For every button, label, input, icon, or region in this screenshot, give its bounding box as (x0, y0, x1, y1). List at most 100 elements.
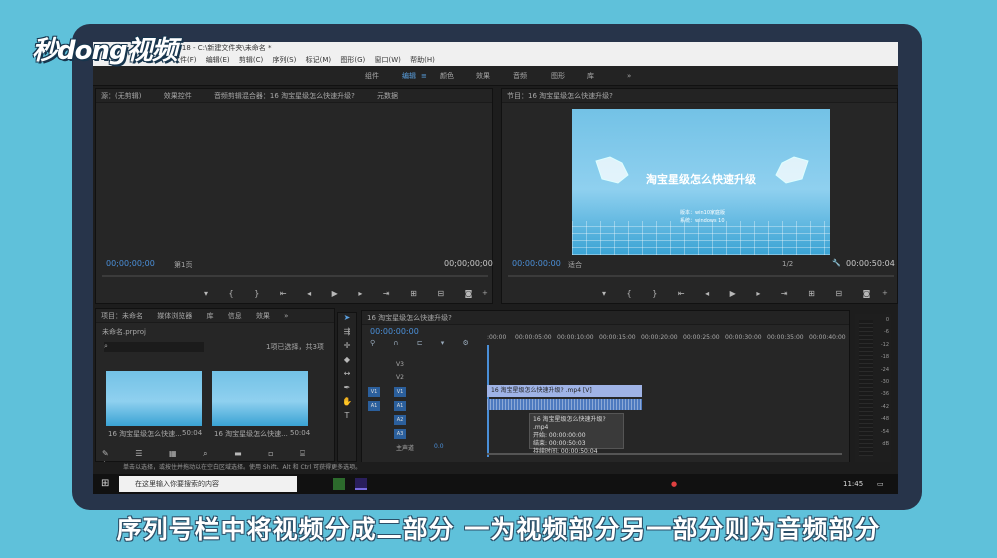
timeline-timecode[interactable]: 00:00:00:00 (370, 327, 419, 336)
menu-window[interactable]: 窗口(W) (374, 56, 400, 64)
workspace-more-icon[interactable]: » (627, 66, 631, 86)
project-item-duration: 50:04 (290, 429, 311, 437)
tray-icon[interactable]: ● (671, 474, 677, 494)
workspace-graphics[interactable]: 图形 (551, 66, 565, 86)
tab-timeline[interactable]: 16 淘宝星级怎么快速升级? (367, 314, 452, 322)
hand-tool-icon[interactable]: ✋ (338, 397, 356, 411)
preview-grid-floor (572, 221, 830, 255)
track-a2[interactable]: A2 (394, 415, 406, 425)
menu-help[interactable]: 帮助(H) (410, 56, 435, 64)
tab-source[interactable]: 源：(无剪辑) (101, 92, 141, 100)
program-resolution-select[interactable]: 1/2 (782, 260, 793, 268)
project-file-name: 未命名.prproj (102, 328, 146, 336)
wrench-icon[interactable]: 🔧 (832, 259, 841, 267)
tab-project[interactable]: 项目：未命名 (101, 312, 143, 320)
project-selection-info: 1项已选择，共3项 (266, 343, 324, 351)
track-select-tool-icon[interactable]: ⇶ (338, 327, 356, 341)
brand-logo: 秒dong视频 (32, 36, 178, 66)
workspace-libraries[interactable]: 库 (587, 66, 594, 86)
source-transport-controls[interactable]: ▾ { } ⇤ ◂ ▶ ▸ ⇥ ⊞ ⊟ ◙ (204, 289, 481, 298)
program-add-button[interactable]: + (882, 289, 888, 297)
workspace-effects[interactable]: 效果 (476, 66, 490, 86)
tab-libraries[interactable]: 库 (206, 312, 213, 320)
source-patch-v1[interactable]: V1 (368, 387, 380, 397)
timeline-toolbar[interactable]: ⚲ ∩ ⊏ ▾ ⚙ (370, 339, 477, 347)
timeline-scrollbar[interactable] (487, 453, 842, 455)
track-a3[interactable]: A3 (394, 429, 406, 439)
program-preview: 淘宝星级怎么快速升级 版本：win10家庭版 系统：windows 10 (572, 109, 830, 255)
menu-graphics[interactable]: 图形(G) (340, 56, 365, 64)
tab-info[interactable]: 信息 (228, 312, 242, 320)
menu-sequence[interactable]: 序列(S) (272, 56, 296, 64)
menu-bar: 文件(F) 编辑(E) 剪辑(C) 序列(S) 标记(M) 图形(G) 窗口(W… (93, 54, 898, 66)
preview-version: 版本：win10家庭版 (680, 210, 726, 216)
source-page[interactable]: 第1页 (174, 260, 192, 270)
timeline-panel: 16 淘宝星级怎么快速升级? 00:00:00:00 ⚲ ∩ ⊏ ▾ ⚙ :00… (361, 310, 850, 465)
tab-audio-mixer[interactable]: 音频剪辑混合器：16 淘宝星级怎么快速升级? (214, 92, 355, 100)
menu-clip[interactable]: 剪辑(C) (239, 56, 263, 64)
taskbar-clock: 11:45 (843, 480, 864, 488)
program-transport-controls[interactable]: ▾ { } ⇤ ◂ ▶ ▸ ⇥ ⊞ ⊟ ◙ (602, 289, 879, 298)
tools-panel: ➤ ⇶ ✛ ◆ ↔ ✒ ✋ T (337, 312, 357, 462)
project-search-input[interactable]: ⌕ (104, 342, 204, 352)
timeline-ruler[interactable]: :00:00 00:00:05:00 00:00:10:00 00:00:15:… (487, 334, 846, 344)
track-v1[interactable]: V1 (394, 387, 406, 397)
project-item-name[interactable]: 16 淘宝星级怎么快速... (214, 429, 288, 439)
tab-effect-controls[interactable]: 效果控件 (164, 92, 192, 100)
video-clip[interactable]: 16 淘宝星级怎么快速升级? .mp4 [V] (487, 385, 642, 397)
workspace-menu-icon[interactable]: ≡ (421, 66, 427, 86)
program-timecode[interactable]: 00:00:00:00 (512, 259, 561, 268)
notification-icon[interactable]: ▭ (877, 474, 884, 494)
program-scrubber[interactable] (508, 275, 894, 277)
taskbar: ⊞ 在这里输入你要搜索的内容 ● 11:45 ▭ (93, 474, 898, 494)
track-a1[interactable]: A1 (394, 401, 406, 411)
premiere-window: 2018 - C:\新建文件夹\未命名 * 文件(F) 编辑(E) 剪辑(C) … (93, 42, 898, 494)
project-thumbnail[interactable] (106, 371, 202, 426)
workspace-audio[interactable]: 音频 (513, 66, 527, 86)
workspace-bar: 组件 编辑 ≡ 颜色 效果 音频 图形 库 » (93, 66, 898, 86)
tab-media-browser[interactable]: 媒体浏览器 (157, 312, 192, 320)
tab-metadata[interactable]: 元数据 (377, 92, 398, 100)
preview-title: 淘宝星级怎么快速升级 (646, 173, 756, 186)
menu-edit[interactable]: 编辑(E) (206, 56, 230, 64)
clip-tooltip: 16 淘宝星级怎么快速升级? .mp4 开始: 00:00:00:00 结束: … (529, 413, 624, 455)
workspace-editing[interactable]: 编辑 (402, 66, 416, 86)
tab-program[interactable]: 节目：16 淘宝星级怎么快速升级? (507, 92, 613, 100)
razor-tool-icon[interactable]: ◆ (338, 355, 356, 369)
project-item-name[interactable]: 16 淘宝星级怎么快速... (108, 429, 182, 439)
project-thumbnail[interactable] (212, 371, 308, 426)
tab-effects[interactable]: 效果 (256, 312, 270, 320)
audio-clip[interactable] (487, 399, 642, 410)
premiere-taskbar-icon[interactable] (355, 478, 367, 490)
status-bar: 单击以选择，或按住并拖动以在空白区域选择。使用 Shift、Alt 和 Ctrl… (93, 462, 898, 474)
type-tool-icon[interactable]: T (338, 411, 356, 425)
taskbar-search-input[interactable]: 在这里输入你要搜索的内容 (119, 476, 297, 492)
track-v2[interactable]: V2 (396, 374, 404, 381)
video-caption: 序列号栏中将视频分成二部分 一为视频部分另一部分则为音频部分 (116, 515, 881, 544)
workspace-color[interactable]: 颜色 (440, 66, 454, 86)
program-fit-select[interactable]: 适合 (568, 260, 582, 270)
ripple-edit-tool-icon[interactable]: ✛ (338, 341, 356, 355)
source-add-button[interactable]: + (482, 289, 488, 297)
project-item-duration: 50:04 (182, 429, 203, 437)
slip-tool-icon[interactable]: ↔ (338, 369, 356, 383)
master-track-label: 主声道 (396, 445, 415, 452)
window-title: 2018 - C:\新建文件夹\未命名 * (93, 42, 898, 54)
app-icon[interactable] (333, 478, 345, 490)
source-monitor: 源：(无剪辑) 效果控件 音频剪辑混合器：16 淘宝星级怎么快速升级? 元数据 … (95, 88, 493, 304)
audio-meter: 0 -6 -12 -18 -24 -30 -36 -42 -48 -54 dB (855, 314, 891, 466)
selection-tool-icon[interactable]: ➤ (338, 313, 356, 327)
workspace-assembly[interactable]: 组件 (365, 66, 379, 86)
tab-more[interactable]: » (284, 312, 288, 320)
track-v3[interactable]: V3 (396, 361, 404, 368)
pen-tool-icon[interactable]: ✒ (338, 383, 356, 397)
program-monitor: 节目：16 淘宝星级怎么快速升级? 淘宝星级怎么快速升级 版本：win10家庭版… (501, 88, 898, 304)
program-duration: 00:00:50:04 (846, 259, 895, 268)
source-timecode[interactable]: 00;00;00;00 (106, 259, 155, 268)
source-duration: 00;00;00;00 (444, 259, 493, 268)
windows-start-icon[interactable]: ⊞ (101, 474, 109, 494)
menu-marker[interactable]: 标记(M) (306, 56, 332, 64)
source-scrubber[interactable] (102, 275, 488, 277)
source-patch-a1[interactable]: A1 (368, 401, 380, 411)
master-track-value[interactable]: 0.0 (434, 443, 444, 450)
